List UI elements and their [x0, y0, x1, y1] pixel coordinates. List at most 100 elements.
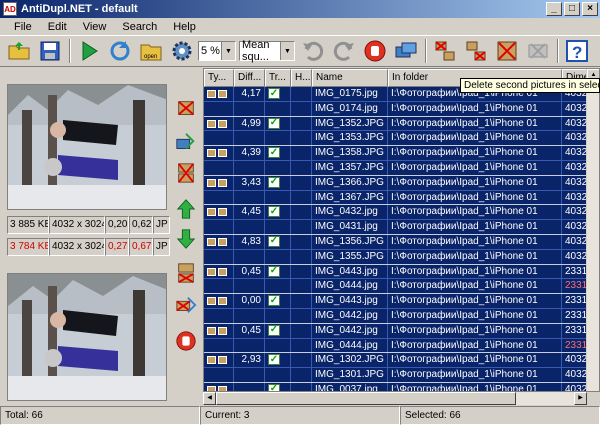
window-title: AntiDupl.NET - default — [21, 3, 138, 15]
cell-hint — [291, 308, 312, 323]
results-table: Ty... Diff... Tr... H... Name In folder … — [203, 68, 600, 392]
table-row[interactable]: IMG_1353.JPG I:\Фотографии\Ipad_1\iPhone … — [204, 131, 599, 147]
compare-mode-select[interactable]: Mean squ... ▼ — [239, 39, 295, 63]
cell-transform: ✓ — [265, 294, 291, 308]
minimize-button[interactable]: _ — [546, 2, 562, 16]
table-row[interactable]: ✓ IMG_0037.jpg I:\Фотографии\Ipad_1\iPhone… — [204, 382, 599, 391]
close-button[interactable]: × — [582, 2, 598, 16]
horizontal-scrollbar[interactable]: ◀ ▶ — [203, 392, 587, 405]
cell-folder: I:\Фотографии\Ipad_1\iPhone 01 — [388, 338, 562, 353]
table-row[interactable]: 0,45 ✓ IMG_0443.jpg I:\Фотографии\Ipad_1\iP… — [204, 264, 599, 280]
table-row[interactable]: 3,43 ✓ IMG_1366.JPG I:\Фотографии\Ipad_1\iP… — [204, 175, 599, 191]
mistake-button[interactable] — [523, 37, 553, 65]
column-type[interactable]: Ty... — [204, 69, 234, 87]
first-image-preview[interactable] — [7, 84, 167, 210]
table-row[interactable]: IMG_1367.JPG I:\Фотографии\Ipad_1\iPhone … — [204, 190, 599, 206]
cell-name: IMG_0037.jpg — [312, 382, 388, 391]
cell-hint — [291, 220, 312, 234]
menu-file[interactable]: File — [6, 21, 40, 33]
start-search-button[interactable] — [74, 37, 104, 65]
mistake-side-button[interactable] — [173, 328, 199, 354]
rename-first-side-button[interactable] — [173, 130, 199, 156]
undo-button[interactable] — [298, 37, 328, 65]
table-row[interactable]: IMG_0444.jpg I:\Фотографии\Ipad_1\iPhone … — [204, 279, 599, 295]
cell-difference — [234, 382, 265, 391]
cell-folder: I:\Фотографии\Ipad_1\iPhone 01 — [388, 264, 562, 279]
delete-first-icon — [435, 41, 455, 61]
cell-type — [204, 368, 234, 382]
delete-second-side-button[interactable] — [173, 260, 199, 286]
options-button[interactable] — [167, 37, 197, 65]
open-profile-button[interactable] — [4, 37, 34, 65]
cell-hint — [291, 131, 312, 146]
horizontal-scroll-thumb[interactable] — [216, 392, 516, 405]
column-difference[interactable]: Diff... — [234, 69, 265, 87]
mistake-disabled-icon — [528, 43, 548, 59]
cell-folder: I:\Фотографии\Ipad_1\iPhone 01 — [388, 160, 562, 175]
menu-view[interactable]: View — [75, 21, 115, 33]
refresh-results-button[interactable] — [105, 37, 135, 65]
table-row[interactable]: IMG_0444.jpg I:\Фотографии\Ipad_1\iPhone … — [204, 338, 599, 354]
checkmark-icon: ✓ — [268, 235, 280, 247]
scroll-left-button[interactable]: ◀ — [203, 392, 216, 405]
cell-dimensions: 4032 — [562, 160, 588, 175]
table-row[interactable]: 4,45 ✓ IMG_0432.jpg I:\Фотографии\Ipad_1\iP… — [204, 205, 599, 221]
table-row[interactable]: 4,99 ✓ IMG_1352.JPG I:\Фотографии\Ipad_1\iP… — [204, 116, 599, 132]
table-row[interactable]: 0,45 ✓ IMG_0442.jpg I:\Фотографии\Ipad_1\iP… — [204, 323, 599, 339]
table-row[interactable]: IMG_0431.jpg I:\Фотографии\Ipad_1\iPhone … — [204, 220, 599, 235]
delete-both-side-button[interactable] — [173, 160, 199, 186]
cell-transform: ✓ — [265, 116, 291, 131]
column-hint[interactable]: H... — [291, 69, 312, 87]
toolbar-separator — [557, 39, 559, 63]
rename-second-side-button[interactable] — [173, 292, 199, 318]
table-row[interactable]: 2,93 ✓ IMG_1302.JPG I:\Фотографии\Ipad_1\iP… — [204, 353, 599, 369]
redo-button[interactable] — [329, 37, 359, 65]
table-row[interactable]: 4,39 ✓ IMG_1358.JPG I:\Фотографии\Ipad_1\iP… — [204, 146, 599, 161]
previous-result-button[interactable] — [173, 196, 199, 222]
delete-second-button[interactable] — [461, 37, 491, 65]
first-photo — [8, 85, 166, 209]
table-row[interactable]: IMG_1301.JPG I:\Фотографии\Ipad_1\iPhone … — [204, 368, 599, 383]
delete-both-button[interactable] — [492, 37, 522, 65]
stop-button[interactable] — [360, 37, 390, 65]
cell-type — [204, 101, 234, 116]
help-button[interactable]: ? — [562, 37, 592, 65]
menu-help[interactable]: Help — [165, 21, 204, 33]
rename-button[interactable] — [391, 37, 421, 65]
app-icon: AD — [3, 2, 17, 16]
cell-hint — [291, 368, 312, 382]
menu-search[interactable]: Search — [114, 21, 165, 33]
maximize-button[interactable]: □ — [564, 2, 580, 16]
duplicate-pair-icon — [207, 119, 229, 129]
table-row[interactable]: IMG_1355.JPG I:\Фотографии\Ipad_1\iPhone … — [204, 249, 599, 265]
delete-first-button[interactable] — [430, 37, 460, 65]
vertical-scrollbar[interactable]: ▲ — [586, 69, 599, 391]
duplicate-pair-icon — [207, 267, 229, 277]
action-panel — [170, 88, 202, 358]
column-transform[interactable]: Tr... — [265, 69, 291, 87]
cell-folder: I:\Фотографии\Ipad_1\iPhone 01 — [388, 190, 562, 205]
path-settings-button[interactable]: open — [136, 37, 166, 65]
scroll-right-button[interactable]: ▶ — [574, 392, 587, 405]
table-row[interactable]: IMG_0174.jpg I:\Фотографии\Ipad_1\iPhone … — [204, 101, 599, 117]
next-result-button[interactable] — [173, 226, 199, 252]
cell-type — [204, 264, 234, 279]
table-row[interactable]: 0,00 ✓ IMG_0443.jpg I:\Фотографии\Ipad_1\iP… — [204, 294, 599, 309]
table-row[interactable]: 4,83 ✓ IMG_1356.JPG I:\Фотографии\Ipad_1\iP… — [204, 234, 599, 250]
table-row[interactable]: IMG_0442.jpg I:\Фотографии\Ipad_1\iPhone … — [204, 308, 599, 324]
menu-edit[interactable]: Edit — [40, 21, 75, 33]
table-row[interactable]: IMG_1357.JPG I:\Фотографии\Ipad_1\iPhone … — [204, 160, 599, 176]
cell-name: IMG_1366.JPG — [312, 175, 388, 190]
delete-both-icon — [497, 41, 517, 61]
threshold-select[interactable]: 5 % ▼ — [198, 41, 236, 61]
delete-first-side-button[interactable] — [173, 96, 199, 122]
column-name[interactable]: Name — [312, 69, 388, 87]
checkmark-icon: ✓ — [268, 146, 280, 159]
dimension-value: 2331 — [565, 280, 588, 292]
cell-type — [204, 220, 234, 234]
cell-name: IMG_1357.JPG — [312, 160, 388, 175]
checkmark-icon: ✓ — [268, 324, 280, 336]
title-bar: AD AntiDupl.NET - default _ □ × — [0, 0, 600, 18]
second-image-preview[interactable] — [7, 273, 167, 401]
save-profile-button[interactable] — [35, 37, 65, 65]
